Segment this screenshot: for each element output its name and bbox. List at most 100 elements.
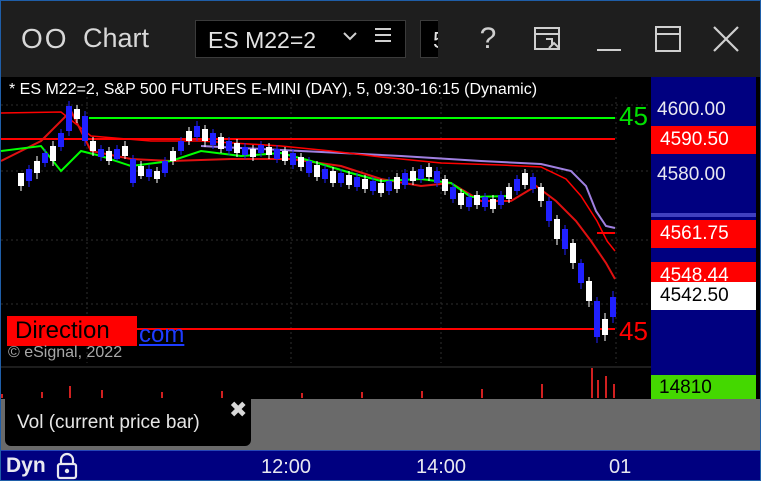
candle-body <box>274 149 280 159</box>
candle-body <box>242 147 248 155</box>
volume-bar <box>301 393 303 398</box>
candle-body <box>418 169 424 179</box>
candle-body <box>106 151 112 161</box>
candle-body <box>90 141 96 151</box>
time-label: 01 <box>609 456 632 478</box>
dynamic-mode-label[interactable]: Dyn <box>6 454 46 478</box>
candle-body <box>66 106 72 131</box>
volume-bar <box>605 376 607 398</box>
candle-body <box>330 171 336 183</box>
candle-body <box>18 173 24 186</box>
website-link[interactable]: com <box>139 321 184 349</box>
candle-body <box>130 159 136 183</box>
price-box-current: 4542.50 <box>651 282 756 310</box>
candle-body <box>378 183 384 193</box>
candle-body <box>514 179 520 191</box>
time-label: 12:00 <box>261 456 312 478</box>
copyright-text: © eSignal, 2022 <box>8 344 123 361</box>
candle-body <box>610 297 616 317</box>
candle-body <box>322 169 328 179</box>
axis-separator <box>651 213 756 217</box>
candle-body <box>298 157 304 167</box>
volume-bar <box>541 384 543 398</box>
volume-bar <box>221 391 223 398</box>
candle-body <box>522 173 528 185</box>
candle-body <box>346 175 352 185</box>
candle-body <box>58 133 64 147</box>
lock-icon[interactable] <box>55 452 79 480</box>
time-axis[interactable]: Dyn 12:00 14:00 01 <box>1 450 760 480</box>
candle-body <box>578 263 584 283</box>
candle-body <box>506 187 512 199</box>
green-level-label: 45 <box>619 101 648 131</box>
candle-body <box>594 301 600 337</box>
volume-bar <box>597 380 599 398</box>
candle-body <box>434 171 440 183</box>
candle-body <box>426 167 432 177</box>
maximize-icon[interactable] <box>650 21 686 57</box>
candle-body <box>42 153 48 163</box>
candle-body <box>186 131 192 141</box>
candle-body <box>554 219 560 239</box>
candle-body <box>234 143 240 153</box>
volume-bar <box>161 392 163 398</box>
candle-body <box>290 153 296 165</box>
volume-bar <box>421 391 423 398</box>
candle-body <box>314 165 320 177</box>
candle-body <box>442 179 448 191</box>
candle-body <box>34 161 40 173</box>
candle-body <box>354 177 360 187</box>
candle-body <box>154 171 160 179</box>
candle-body <box>530 177 536 189</box>
price-axis-label: 4580.00 <box>657 164 726 185</box>
candle-body <box>466 197 472 207</box>
volume-study-label: Vol (current price bar) <box>17 412 200 433</box>
candle-body <box>410 171 416 181</box>
candle-body <box>402 173 408 185</box>
volume-bar <box>101 390 103 398</box>
candle-body <box>74 109 80 119</box>
candle-body <box>146 169 152 177</box>
candle-body <box>282 151 288 161</box>
direction-label: Direction <box>7 316 137 346</box>
candle-body <box>474 195 480 205</box>
close-icon[interactable] <box>708 21 744 57</box>
volume-bar <box>481 389 483 398</box>
candle-body <box>202 129 208 141</box>
candle-body <box>362 179 368 189</box>
candle-body <box>266 147 272 155</box>
candle-body <box>114 149 120 159</box>
price-axis-label: 4600.00 <box>657 99 726 120</box>
candle-body <box>194 126 200 137</box>
volume-study-tab[interactable]: Vol (current price bar) ✖ <box>5 397 251 446</box>
candle-body <box>26 169 32 181</box>
close-study-icon[interactable]: ✖ <box>229 397 247 423</box>
candle-body <box>170 151 176 161</box>
candle-body <box>490 199 496 209</box>
candle-body <box>546 201 552 221</box>
candle-body <box>562 229 568 249</box>
time-label: 14:00 <box>416 456 467 478</box>
volume-bar <box>41 392 43 398</box>
candle-body <box>218 137 224 149</box>
candle-body <box>458 193 464 205</box>
volume-bar <box>591 368 593 398</box>
volume-bar <box>1 394 3 398</box>
chart-header: * ES M22=2, S&P 500 FUTURES E-MINI (DAY)… <box>9 81 538 98</box>
candle-body <box>586 281 592 301</box>
candle-body <box>50 146 56 161</box>
candle-body <box>258 145 264 153</box>
volume-bar <box>361 392 363 398</box>
candle-body <box>394 177 400 189</box>
chart-window: OO Chart ES M22=2 5 ? <box>0 0 761 481</box>
candle-body <box>250 149 256 157</box>
candle-body <box>370 181 376 191</box>
candle-body <box>570 243 576 263</box>
candle-body <box>482 197 488 207</box>
candle-body <box>602 319 608 335</box>
candle-body <box>226 141 232 151</box>
candle-body <box>338 173 344 183</box>
candle-body <box>450 187 456 199</box>
volume-bar <box>613 384 615 398</box>
candle-body <box>538 187 544 201</box>
